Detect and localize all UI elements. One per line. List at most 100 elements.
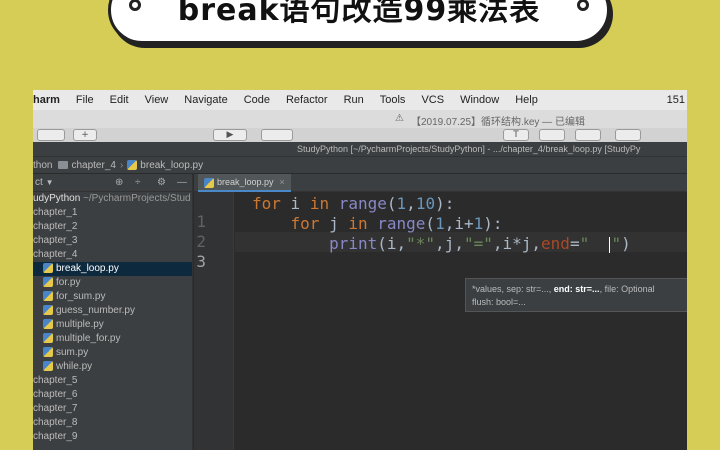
python-file-icon xyxy=(43,319,53,330)
tree-item-label: chapter_1 xyxy=(33,207,78,218)
folder-icon xyxy=(58,161,69,169)
menu-view[interactable]: View xyxy=(137,94,177,106)
tree-item-label: while.py xyxy=(56,361,93,372)
tree-file-item[interactable]: break_loop.py xyxy=(33,262,192,276)
menu-help[interactable]: Help xyxy=(507,94,546,106)
python-file-icon xyxy=(43,277,53,288)
menu-file[interactable]: File xyxy=(68,94,102,106)
line-number-gutter: 1 2 3 xyxy=(194,192,234,450)
parameter-hint-popup: *values, sep: str=..., end: str=..., fil… xyxy=(465,278,687,312)
gear-icon[interactable]: ⚙ xyxy=(157,177,166,188)
tree-item-label: sum.py xyxy=(56,347,89,358)
breadcrumb: thon chapter_4 › break_loop.py xyxy=(33,156,687,174)
tree-item-label: chapter_8 xyxy=(33,417,78,428)
code-line[interactable]: for i in range(1,10): xyxy=(252,194,454,214)
minimize-icon[interactable]: — xyxy=(177,177,187,188)
menu-run[interactable]: Run xyxy=(336,94,372,106)
tree-file-item[interactable]: sum.py xyxy=(33,346,192,360)
ide-screenshot: harm File Edit View Navigate Code Refact… xyxy=(33,90,687,450)
tree-item-label: chapter_4 xyxy=(33,249,78,260)
system-window-title: 【2019.07.25】循环结构.key — 已编辑 xyxy=(411,117,585,128)
menubar-status-text: 151 xyxy=(666,94,685,106)
breadcrumb-file[interactable]: break_loop.py xyxy=(140,160,203,171)
python-file-icon xyxy=(43,347,53,358)
project-panel: ct ▼ ⊕ ÷ ⚙ — udyPython ~/PycharmProjects… xyxy=(33,174,193,450)
menu-edit[interactable]: Edit xyxy=(102,94,137,106)
tree-item-label: chapter_5 xyxy=(33,375,78,386)
editor-tab-break-loop[interactable]: break_loop.py × xyxy=(198,174,291,192)
tree-item-label: chapter_9 xyxy=(33,431,78,442)
menu-navigate[interactable]: Navigate xyxy=(176,94,235,106)
tree-root[interactable]: udyPython ~/PycharmProjects/Stud xyxy=(33,192,192,206)
python-file-icon xyxy=(43,291,53,302)
hint-text: , file: Optional xyxy=(599,284,655,294)
tree-item-label: multiple.py xyxy=(56,319,104,330)
menu-vcs[interactable]: VCS xyxy=(413,94,452,106)
toolbar-button-1[interactable] xyxy=(37,129,65,141)
mac-menubar: harm File Edit View Navigate Code Refact… xyxy=(33,90,687,110)
ide-window-title: StudyPython [~/PycharmProjects/StudyPyth… xyxy=(297,144,641,154)
tree-root-name: udyPython xyxy=(33,193,81,204)
tree-item-label: for.py xyxy=(56,277,81,288)
tree-file-item[interactable]: while.py xyxy=(33,360,192,374)
tree-folder-item[interactable]: chapter_2 xyxy=(33,220,192,234)
collapse-icon[interactable]: ÷ xyxy=(135,177,141,188)
parameter-hint-line-2: flush: bool=... xyxy=(472,297,526,307)
project-view-selector[interactable]: ct ▼ xyxy=(33,177,53,188)
menu-refactor[interactable]: Refactor xyxy=(278,94,336,106)
toolbar-button-4[interactable] xyxy=(261,129,293,141)
tree-item-label: multiple_for.py xyxy=(56,333,121,344)
tree-folder-item[interactable]: chapter_7 xyxy=(33,402,192,416)
add-icon[interactable]: + xyxy=(73,129,97,141)
tree-file-item[interactable]: multiple_for.py xyxy=(33,332,192,346)
tree-folder-item[interactable]: chapter_9 xyxy=(33,430,192,444)
tree-folder-item[interactable]: chapter_1 xyxy=(33,206,192,220)
close-icon[interactable]: × xyxy=(280,177,285,187)
tree-item-label: guess_number.py xyxy=(56,305,135,316)
ide-titlebar: StudyPython [~/PycharmProjects/StudyPyth… xyxy=(33,142,687,156)
tree-folder-item[interactable]: chapter_8 xyxy=(33,416,192,430)
python-file-icon xyxy=(43,361,53,372)
python-file-icon xyxy=(43,333,53,344)
breadcrumb-project[interactable]: thon xyxy=(33,160,52,171)
title-banner: break语句改造99乘法表 xyxy=(108,0,610,44)
tree-folder-item[interactable]: chapter_5 xyxy=(33,374,192,388)
project-view-label: ct xyxy=(35,177,43,188)
python-file-icon xyxy=(127,160,138,170)
play-icon[interactable]: ▶ xyxy=(213,129,247,141)
banner-title: break语句改造99乘法表 xyxy=(177,0,541,28)
tree-folder-item[interactable]: chapter_4 xyxy=(33,248,192,262)
system-titlebar: ⚠ 【2019.07.25】循环结构.key — 已编辑 xyxy=(33,110,687,128)
target-icon[interactable]: ⊕ xyxy=(115,177,123,188)
code-line[interactable]: print(i,"*",j,"=",i*j,end=" ") xyxy=(252,234,631,254)
breadcrumb-folder[interactable]: chapter_4 xyxy=(71,160,115,171)
tree-folder-item[interactable]: chapter_3 xyxy=(33,234,192,248)
tree-root-path: ~/PycharmProjects/Stud xyxy=(83,193,191,204)
tree-file-item[interactable]: multiple.py xyxy=(33,318,192,332)
hint-current-param: end: str=... xyxy=(553,284,600,294)
tree-folder-item[interactable]: chapter_6 xyxy=(33,388,192,402)
tree-file-item[interactable]: for_sum.py xyxy=(33,290,192,304)
menu-tools[interactable]: Tools xyxy=(372,94,414,106)
line-number: 1 xyxy=(196,212,206,231)
menu-app-name[interactable]: harm xyxy=(33,94,68,106)
tree-file-item[interactable]: for.py xyxy=(33,276,192,290)
code-editor: break_loop.py × 1 2 3 for i in range(1,10… xyxy=(194,174,687,450)
tree-item-label: chapter_7 xyxy=(33,403,78,414)
shape-icon[interactable] xyxy=(539,129,565,141)
tree-item-label: chapter_3 xyxy=(33,235,78,246)
tree-file-item[interactable]: guess_number.py xyxy=(33,304,192,318)
menu-code[interactable]: Code xyxy=(236,94,278,106)
menu-window[interactable]: Window xyxy=(452,94,507,106)
code-line[interactable]: for j in range(1,i+1): xyxy=(252,214,503,234)
warning-icon: ⚠ xyxy=(395,113,404,124)
python-file-icon xyxy=(43,305,53,316)
tree-item-label: break_loop.py xyxy=(56,263,119,274)
tree-item-label: chapter_6 xyxy=(33,389,78,400)
comment-icon[interactable] xyxy=(615,129,641,141)
keynote-toolbar: + ▶ T xyxy=(33,128,687,142)
editor-tab-label: break_loop.py xyxy=(217,177,274,187)
media-icon[interactable] xyxy=(575,129,601,141)
text-icon[interactable]: T xyxy=(503,129,529,141)
tree-item-label: chapter_2 xyxy=(33,221,78,232)
